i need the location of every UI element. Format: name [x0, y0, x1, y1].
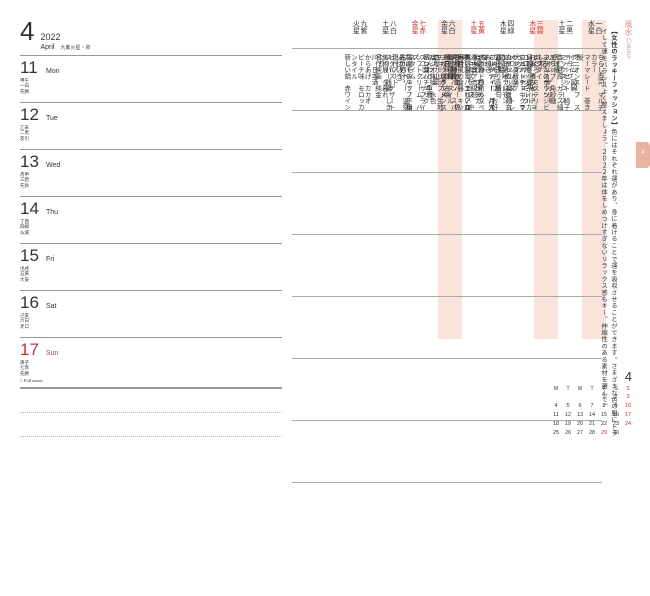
day-sub: 庚子七赤先勝	[20, 360, 282, 376]
fortune-cell: マーマレード 巻き髪	[575, 52, 589, 114]
day-sub: 戊戌五黄大安	[20, 266, 282, 282]
day-sub: 丙申三碧先負	[20, 172, 282, 188]
day-row: 13Wed 丙申三碧先負	[20, 149, 282, 196]
day-of-week: Mon	[46, 68, 60, 75]
fortune-cell: ピクルス デザート	[386, 52, 393, 114]
fortune-cell: 国産モチーフ 不用品の処分	[397, 52, 411, 114]
star-header: 三碧木星	[528, 20, 543, 34]
mini-calendar: 4 MTWTFSS1234567891011121314151617181920…	[550, 369, 634, 437]
star-header: 五黄土星	[469, 20, 484, 34]
day-number: 14	[20, 199, 46, 219]
day-number: 15	[20, 246, 46, 266]
day-row: 16Sat 己亥六白赤口	[20, 290, 282, 337]
fortune-cell: 四つ葉	[421, 52, 428, 114]
star-header: 六白金星	[440, 20, 455, 34]
star-header: 七赤金星	[410, 20, 425, 34]
day-row: 12Tue 乙未二黒友引	[20, 102, 282, 149]
day-row: 15Fri 戊戌五黄大安	[20, 243, 282, 290]
day-sub: 甲午一白先勝	[20, 78, 282, 94]
month-header: 4 2022 April 九紫火星・卯	[20, 16, 282, 51]
fortune-cell: 天然酵母パン スパイス	[441, 52, 455, 114]
fortune-cell: 杏仁豆腐 ガラス細工	[548, 52, 562, 114]
day-of-week: Thu	[46, 209, 58, 216]
day-number: 11	[20, 58, 46, 78]
star-header: 九紫火星	[352, 20, 367, 34]
week-days: 11Mon 甲午一白先勝 12Tue 乙未二黒友引 13Wed 丙申三碧先負 14Thu 丁酉…	[20, 55, 282, 388]
fortune-column: ちらし寿司 マルチカラーマーマレード 巻き髪デニム 図解ティーセット 椅子杏仁豆…	[578, 48, 602, 337]
star-header: 一白水星	[587, 20, 602, 34]
day-number: 17	[20, 340, 46, 360]
fortune-cell: からあげ カカオ	[362, 52, 369, 114]
moon-phase: ○ Full moon	[20, 378, 282, 383]
day-row: 17Sun 庚子七赤先勝 ○ Full moon	[20, 337, 282, 388]
fortune-grid: ちらし寿司 マルチカラーマーマレード 巻き髪デニム 図解ティーセット 椅子杏仁豆…	[386, 48, 602, 337]
star-header: 四緑木星	[499, 20, 514, 34]
month-jp: 九紫火星・卯	[60, 46, 90, 51]
star-headers: 一白水星 二黒土星三碧木星四緑木星 五黄土星六白金星 七赤金星八白土星九紫火星	[352, 20, 602, 34]
fortune-cell: ピーチ味 モロッカンタイル	[349, 52, 363, 114]
day-of-week: Wed	[46, 162, 60, 169]
day-of-week: Sat	[46, 303, 57, 310]
day-number: 12	[20, 105, 46, 125]
fortune-cell: ちらし寿司 マルチカラー	[588, 52, 602, 114]
fortune-cell: 新しい鍋 赤ワイン	[342, 52, 349, 114]
fortune-cell: マリンスポーツ ビーズ	[534, 52, 548, 114]
fortune-cell: 名作映画 純金	[373, 52, 380, 114]
fortune-cell: ミルクティー 月光浴	[479, 52, 493, 114]
day-of-week: Fri	[46, 256, 54, 263]
day-row: 11Mon 甲午一白先勝	[20, 55, 282, 102]
fortune-cell: ハム ホワイトチョコ	[520, 52, 534, 114]
day-of-week: Sun	[46, 350, 58, 357]
year: 2022	[40, 32, 90, 42]
day-sub: 丁酉四緑仏滅	[20, 219, 282, 235]
page-tab: 4	[636, 142, 650, 168]
fortune-cell: 美容家電 きれいな木目	[455, 52, 469, 114]
notes-area	[20, 388, 282, 437]
fortune-cell: ティーセット 椅子	[561, 52, 568, 114]
day-of-week: Tue	[46, 115, 58, 122]
month-en: April	[40, 44, 54, 51]
day-sub: 乙未二黒友引	[20, 125, 282, 141]
fortune-cell: カヤック 担々麺	[503, 52, 510, 114]
star-header: 二黒土星	[557, 20, 572, 34]
day-number: 13	[20, 152, 46, 172]
fusui-label: 風水Column	[624, 20, 634, 59]
day-sub: 己亥六白赤口	[20, 313, 282, 329]
star-header: 八白土星	[381, 20, 396, 34]
day-row: 14Thu 丁酉四緑仏滅	[20, 196, 282, 243]
day-number: 16	[20, 293, 46, 313]
month-number: 4	[20, 16, 34, 47]
